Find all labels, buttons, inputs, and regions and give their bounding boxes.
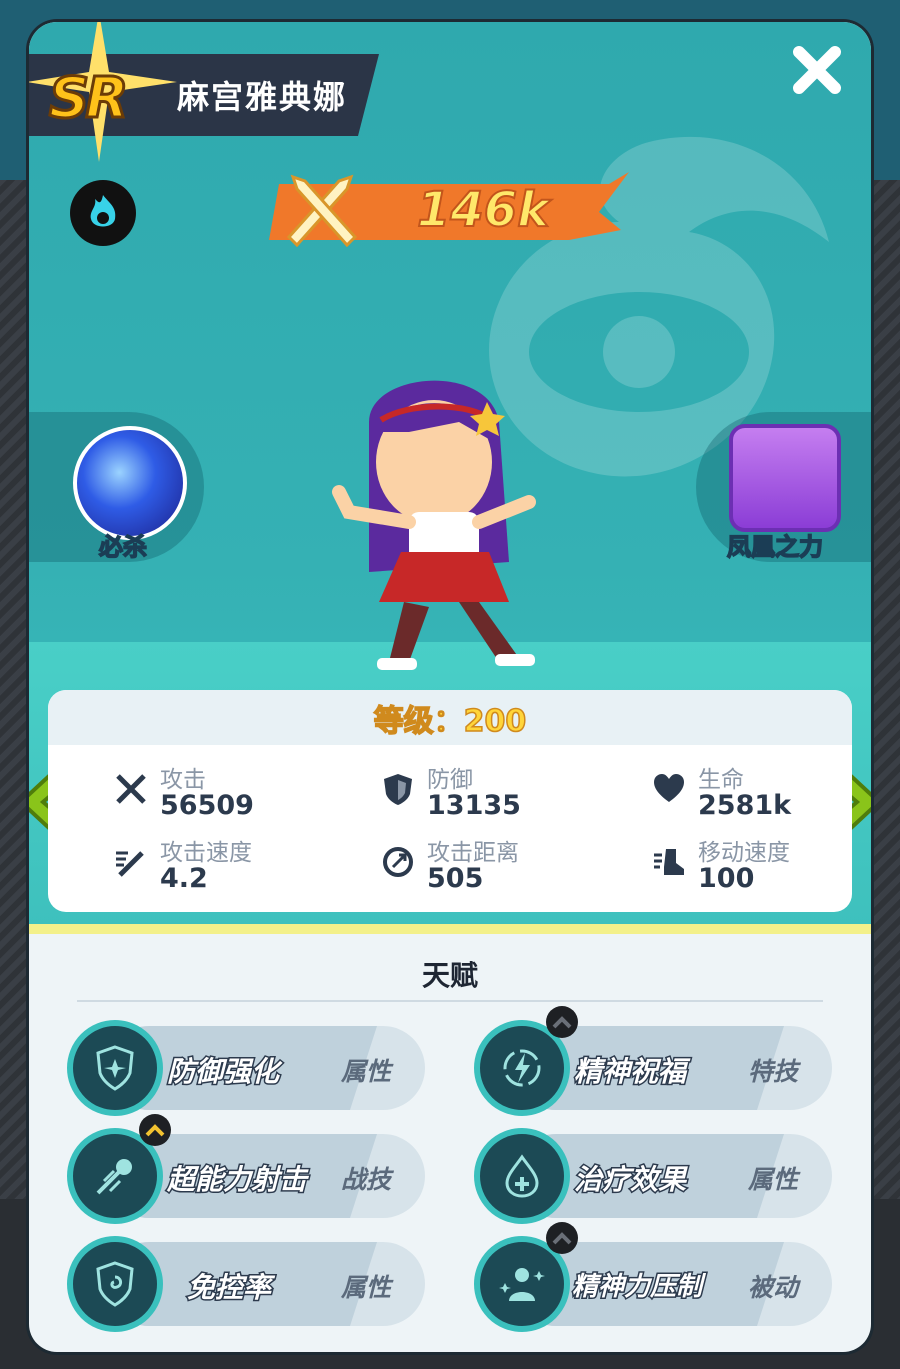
talent-item[interactable]: 精神力压制 被动 [474, 1222, 834, 1332]
hero-character-sprite [332, 380, 536, 670]
talent-name: 精神祝福 [572, 1054, 687, 1090]
talent-type: 属性 [341, 1273, 392, 1302]
passive-skill-label: 凤凰之力 [726, 532, 824, 562]
stat-value: 4.2 [160, 863, 208, 894]
talent-name: 免控率 [185, 1270, 272, 1306]
hero-name: 麻宫雅典娜 [177, 78, 348, 116]
rank-badge-icon [546, 1222, 578, 1254]
stat-label: 攻击 [160, 767, 206, 793]
stat-label: 攻击速度 [160, 840, 252, 866]
rank-badge-icon [139, 1114, 171, 1146]
rank-badge-icon [546, 1006, 578, 1038]
talent-item[interactable]: 免控率 属性 [67, 1236, 427, 1332]
stat-value: 56509 [160, 790, 254, 821]
rarity-label: SR [47, 65, 129, 133]
range-icon [383, 847, 413, 877]
speed-sword-icon [116, 851, 144, 877]
spiral-shield-icon [67, 1236, 163, 1332]
ultimate-skill-icon[interactable] [73, 426, 187, 540]
stat-attack-speed: 攻击速度 4.2 [114, 833, 314, 894]
boot-icon [654, 849, 684, 875]
level-label: 等级：200 [48, 690, 852, 745]
stat-value: 505 [427, 863, 484, 894]
talent-section-title: 天赋 [421, 959, 478, 992]
talent-type: 被动 [748, 1273, 799, 1302]
talent-type: 特技 [748, 1057, 799, 1086]
stat-label: 防御 [427, 767, 473, 793]
section-divider-accent [29, 924, 871, 934]
talent-item[interactable]: 超能力射击 战技 [67, 1114, 427, 1224]
stat-label: 攻击距离 [427, 840, 519, 866]
stat-label: 移动速度 [698, 840, 790, 866]
stat-value: 100 [698, 863, 755, 894]
stat-hp: 生命 2581k [652, 760, 852, 821]
heart-icon [654, 774, 684, 802]
sword-icon [116, 774, 146, 804]
heal-drop-icon [474, 1128, 570, 1224]
stat-label: 生命 [698, 767, 744, 793]
stats-panel: 等级：200 攻击 56509 防御 13135 生命 2581k 攻击速度 4… [48, 690, 852, 912]
talent-name: 防御强化 [165, 1054, 280, 1090]
close-icon[interactable] [789, 42, 845, 98]
stat-move-speed: 移动速度 100 [652, 833, 852, 894]
stat-value: 13135 [427, 790, 521, 821]
talent-type: 属性 [748, 1165, 799, 1194]
talent-item[interactable]: 精神祝福 特技 [474, 1006, 834, 1116]
stat-attack: 攻击 56509 [114, 760, 314, 821]
stat-value: 2581k [698, 790, 792, 821]
talent-name: 精神力压制 [570, 1271, 703, 1304]
divider [77, 1000, 823, 1002]
talent-name: 治疗效果 [572, 1162, 687, 1198]
shield-star-icon [67, 1020, 163, 1116]
ultimate-skill-label: 必杀 [98, 532, 148, 562]
hero-detail-card: SR 麻宫雅典娜 146k 必杀 凤凰之力 等级：200 攻击 56509 防御… [29, 22, 871, 1352]
talent-name: 超能力射击 [165, 1162, 308, 1198]
shield-icon [384, 774, 412, 805]
psychic-element-icon [70, 180, 136, 246]
crossed-swords-icon [286, 174, 358, 247]
stat-defense: 防御 13135 [381, 760, 581, 821]
talent-type: 战技 [341, 1165, 392, 1194]
talent-type: 属性 [341, 1057, 392, 1086]
talent-item[interactable]: 防御强化 属性 [67, 1020, 427, 1116]
passive-skill-icon[interactable] [729, 424, 841, 532]
stat-attack-range: 攻击距离 505 [381, 833, 581, 894]
combat-power-value: 146k [416, 181, 550, 239]
talent-item[interactable]: 治疗效果 属性 [474, 1128, 834, 1224]
